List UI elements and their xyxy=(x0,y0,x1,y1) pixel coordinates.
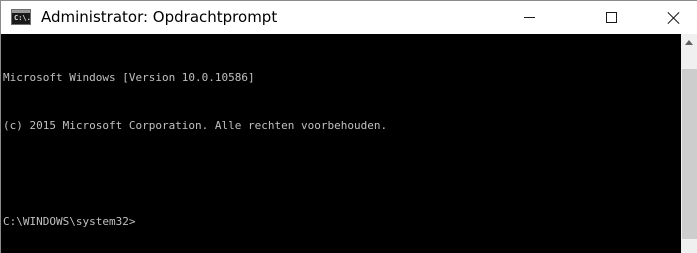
cmd-icon-label: C:\. xyxy=(14,14,31,22)
window-title: Administrator: Opdrachtprompt xyxy=(41,8,278,26)
console-line-blank xyxy=(3,166,387,182)
cmd-icon[interactable]: C:\. xyxy=(11,9,31,25)
console-output[interactable]: Microsoft Windows [Version 10.0.10586] (… xyxy=(3,38,387,253)
maximize-button[interactable] xyxy=(597,1,643,34)
console-prompt: C:\WINDOWS\system32> xyxy=(3,215,136,228)
vertical-scrollbar[interactable] xyxy=(681,34,697,253)
minimize-button[interactable] xyxy=(506,1,552,34)
console-line-copyright: (c) 2015 Microsoft Corporation. Alle rec… xyxy=(3,119,388,132)
close-icon xyxy=(668,12,680,24)
scroll-thumb[interactable] xyxy=(682,69,697,239)
title-bar[interactable]: C:\. Administrator: Opdrachtprompt xyxy=(1,1,697,34)
chevron-up-icon xyxy=(685,40,693,45)
close-button[interactable] xyxy=(652,1,697,34)
maximize-icon xyxy=(606,12,617,23)
scroll-up-button[interactable] xyxy=(681,34,697,51)
console-line-version: Microsoft Windows [Version 10.0.10586] xyxy=(3,71,255,84)
cmd-icon-bar xyxy=(12,10,30,13)
command-prompt-window: C:\. Administrator: Opdrachtprompt Micro… xyxy=(0,0,697,253)
minimize-icon xyxy=(524,17,535,18)
